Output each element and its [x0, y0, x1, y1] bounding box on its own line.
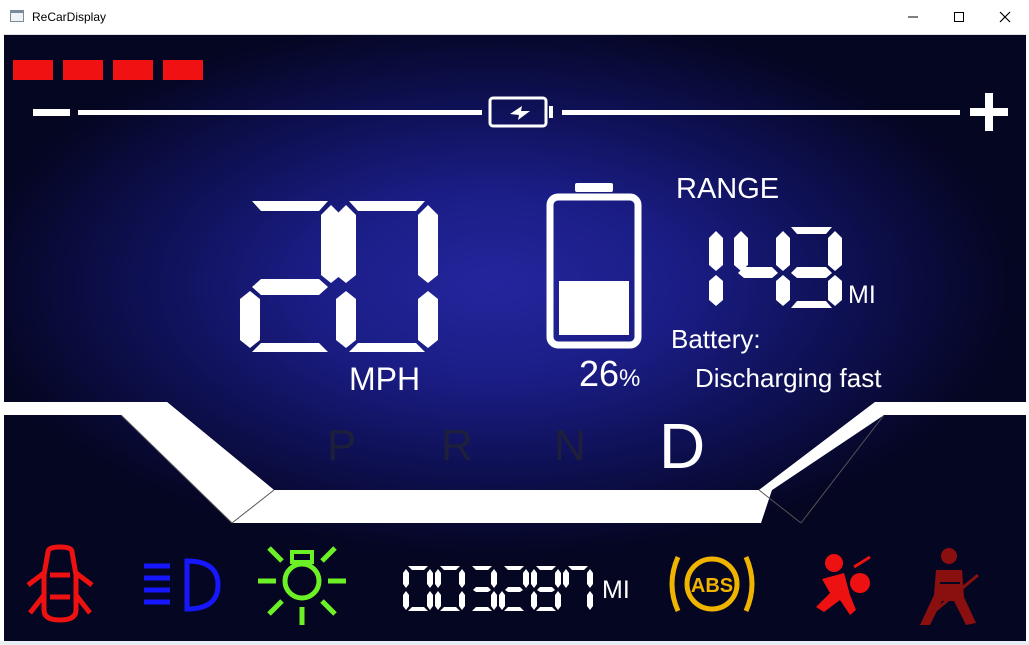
gear-neutral[interactable]: N [554, 421, 586, 471]
odometer-digit-0 [435, 566, 465, 611]
odometer-digit-7 [563, 566, 593, 610]
gear-park[interactable]: P [327, 421, 356, 471]
window-title: ReCarDisplay [32, 10, 107, 24]
odometer-digits [403, 566, 593, 611]
range-unit-label: MI [848, 281, 876, 309]
gear-reverse[interactable]: R [441, 421, 473, 471]
range-label: RANGE [676, 173, 780, 205]
app-icon [10, 10, 24, 22]
battery-status-value: Discharging fast [695, 363, 882, 393]
speed-digit-2 [240, 201, 341, 352]
speed-unit-label: MPH [349, 361, 421, 397]
charge-bar-left [78, 110, 482, 115]
exterior-light-icon [258, 546, 346, 625]
minimize-button[interactable] [890, 0, 936, 34]
door-open-icon [26, 544, 94, 623]
speed-digit-0 [336, 201, 438, 352]
odometer-digit-0 [403, 566, 433, 611]
headlight-high-beam-icon [144, 558, 221, 612]
odometer-digit-2 [499, 566, 529, 611]
charge-minus-icon [33, 109, 70, 116]
battery-icon [546, 183, 642, 349]
odometer-digit-3 [472, 566, 497, 611]
airbag-icon [816, 554, 871, 615]
abs-icon: ABS [669, 555, 755, 613]
close-icon [999, 11, 1011, 23]
maximize-button[interactable] [936, 0, 982, 34]
range-digit-4 [734, 231, 790, 306]
dashboard-panel: ABS MPH 26% RANGE MI Battery: Dischargin… [4, 35, 1026, 641]
odometer-unit-label: MI [602, 576, 630, 604]
dashboard-graphics: ABS [4, 93, 1026, 625]
battery-percent: 26% [579, 353, 640, 395]
range-digit-1 [709, 231, 723, 306]
window-border-bottom [0, 641, 1029, 645]
battery-percent-value: 26 [579, 353, 620, 394]
battery-status-label: Battery: [671, 324, 761, 354]
gear-drive[interactable]: D [659, 409, 705, 483]
seatbelt-icon [920, 548, 979, 625]
road-band [4, 402, 1026, 524]
charge-bar-right [562, 110, 960, 115]
minimize-icon [908, 16, 918, 18]
battery-percent-sign: % [619, 365, 641, 392]
range-digit-3 [791, 227, 842, 308]
close-button[interactable] [982, 0, 1028, 34]
title-bar: ReCarDisplay [0, 0, 1029, 35]
battery-level-fill [559, 281, 629, 335]
charge-plus-icon [970, 93, 1008, 131]
speed-digits [240, 201, 438, 352]
maximize-icon [954, 12, 964, 22]
abs-icon-text: ABS [691, 575, 733, 597]
range-digits [709, 227, 842, 308]
odometer-digit-8 [531, 566, 561, 611]
lightning-battery-icon [488, 96, 553, 128]
charge-bar [33, 93, 1008, 131]
